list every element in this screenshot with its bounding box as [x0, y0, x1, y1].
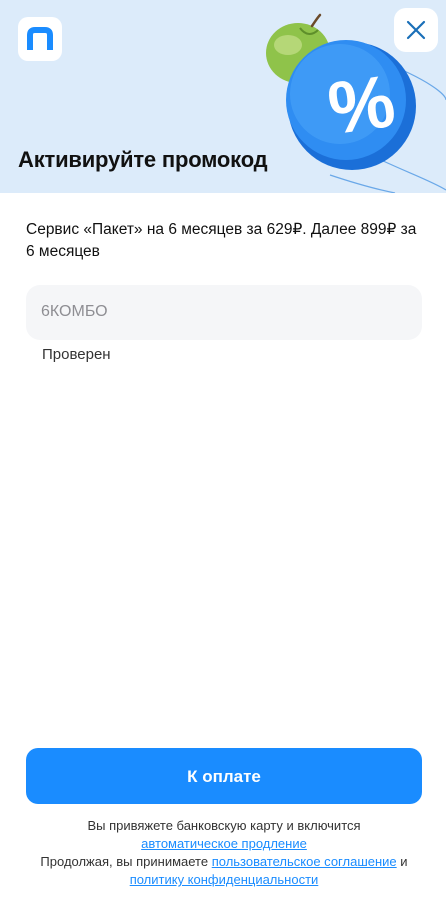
legal-notice: Вы привяжете банковскую карту и включитс…: [26, 817, 422, 889]
legal-text-1: Вы привяжете банковскую карту и включитс…: [87, 818, 361, 833]
logo-icon: [27, 27, 53, 50]
promo-status: Проверен: [42, 346, 111, 363]
privacy-policy-link[interactable]: политику конфиденциальности: [130, 872, 319, 887]
legal-text-2: Продолжая, вы принимаете: [40, 854, 209, 869]
promo-code-field[interactable]: 6КОМБО: [26, 285, 422, 340]
app-logo: [18, 17, 62, 61]
user-agreement-link[interactable]: пользовательское соглашение: [212, 854, 397, 869]
promo-code-value[interactable]: 6КОМБО: [41, 303, 108, 321]
pay-button[interactable]: К оплате: [26, 748, 422, 804]
percent-coin-icon: %: [286, 40, 416, 170]
autorenew-link[interactable]: автоматическое продление: [141, 836, 307, 851]
legal-text-3: и: [400, 854, 408, 869]
close-icon: [406, 20, 426, 40]
page-title: Активируйте промокод: [18, 147, 268, 172]
hero-banner: % Активируйте промокод: [0, 0, 446, 193]
svg-text:%: %: [323, 59, 400, 150]
close-button[interactable]: [394, 8, 438, 52]
offer-description: Сервис «Пакет» на 6 месяцев за 629₽. Дал…: [26, 221, 417, 260]
